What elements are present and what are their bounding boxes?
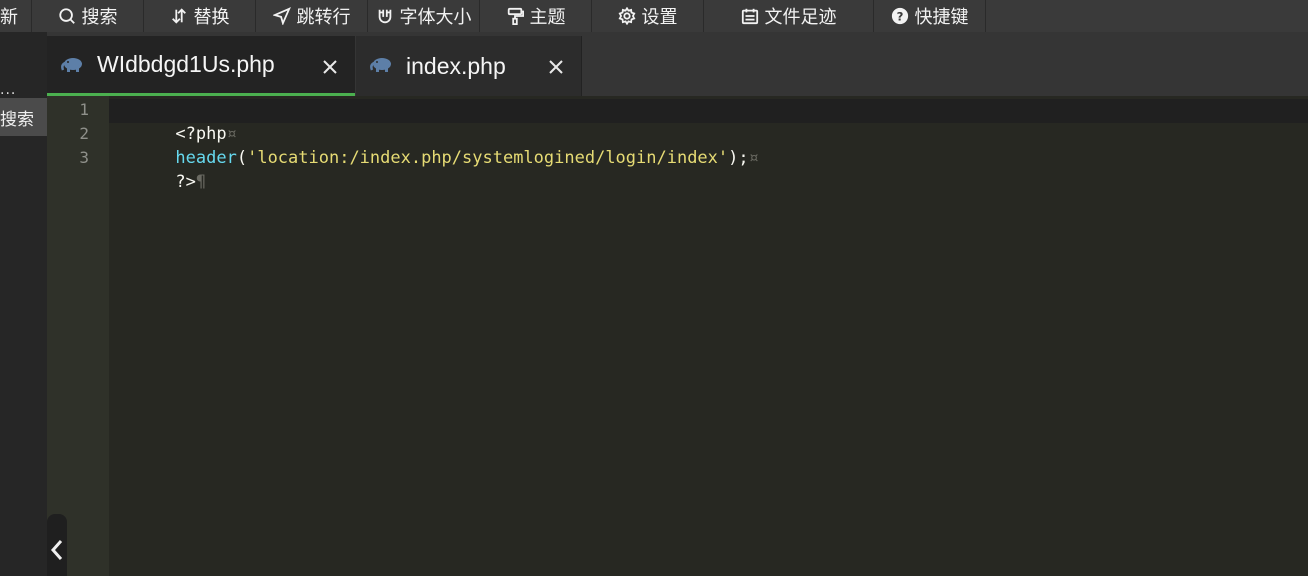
code-line: <?php¤: [114, 98, 236, 144]
php-elephant-icon: [370, 58, 391, 72]
toolbar-search-button[interactable]: 搜索: [32, 0, 144, 32]
tab-label: WIdbdgd1Us.php: [97, 51, 275, 77]
toolbar-replace-label: 替换: [193, 7, 230, 28]
navigate-arrow-icon: [272, 7, 291, 25]
line-number: 2: [79, 124, 89, 143]
top-toolbar: 新 搜索 替换 跳转行 字体大小 主题 设置 文件足迹 ? 快捷键: [0, 0, 1308, 32]
chevron-left-icon: [50, 540, 63, 560]
code-line: ?>¶: [114, 146, 206, 192]
tab-widbdgd1us-php[interactable]: WIdbdgd1Us.php: [47, 36, 355, 96]
magnet-icon: [378, 9, 391, 24]
code-token: ?>: [175, 172, 196, 192]
calendar-icon: [741, 8, 758, 25]
close-icon: [549, 60, 563, 74]
toolbar-goto-line-button[interactable]: 跳转行: [256, 0, 368, 32]
toolbar-file-history-button[interactable]: 文件足迹: [704, 0, 874, 32]
code-line: header('location:/index.php/systemlogine…: [114, 122, 758, 168]
more-menu-button[interactable]: ...: [0, 82, 16, 98]
editor-app: 新 搜索 替换 跳转行 字体大小 主题 设置 文件足迹 ? 快捷键 ... 搜索…: [0, 0, 1308, 576]
tab-bar: WIdbdgd1Us.php index.php: [47, 32, 1308, 96]
gear-icon: [618, 7, 635, 25]
tab-index-php[interactable]: index.php: [356, 36, 582, 96]
active-line-highlight: [109, 99, 1308, 123]
php-elephant-icon: [61, 58, 82, 72]
code-token: (: [236, 148, 248, 168]
line-end-marker: ¶: [195, 172, 207, 192]
toolbar-new-button[interactable]: 新: [0, 0, 32, 32]
toolbar-replace-button[interactable]: 替换: [144, 0, 256, 32]
help-circle-icon: ?: [891, 7, 908, 25]
paint-roller-icon: [507, 7, 524, 25]
toolbar-theme-button[interactable]: 主题: [480, 0, 592, 32]
left-search-label: 搜索: [0, 109, 34, 130]
toolbar-file-history-label: 文件足迹: [764, 7, 837, 28]
line-number-gutter: 1 2 3: [47, 96, 109, 576]
tab-close-button[interactable]: [547, 55, 565, 74]
toolbar-shortcuts-label: 快捷键: [914, 7, 969, 28]
toolbar-shortcuts-button[interactable]: ? 快捷键: [874, 0, 986, 32]
left-search-button[interactable]: 搜索: [0, 98, 47, 136]
toolbar-settings-button[interactable]: 设置: [592, 0, 704, 32]
toolbar-font-size-label: 字体大小: [399, 7, 472, 28]
line-number: 1: [79, 100, 89, 119]
toolbar-new-label: 新: [0, 7, 18, 28]
code-token: );: [728, 148, 749, 168]
toolbar-font-size-button[interactable]: 字体大小: [368, 0, 480, 32]
tab-label: index.php: [406, 52, 506, 79]
collapse-sidebar-button[interactable]: [47, 514, 67, 576]
toolbar-settings-label: 设置: [641, 7, 678, 28]
line-number: 3: [79, 148, 89, 167]
toolbar-goto-line-label: 跳转行: [296, 7, 351, 28]
toolbar-theme-label: 主题: [529, 7, 566, 28]
code-token: 'location:/index.php/systemlogined/login…: [247, 148, 729, 168]
swap-icon: [171, 8, 186, 24]
line-end-marker: ¤: [748, 148, 759, 168]
toolbar-search-label: 搜索: [81, 7, 118, 28]
close-icon: [323, 60, 337, 74]
left-panel: ... 搜索: [0, 32, 47, 576]
code-editor[interactable]: <?php¤ header('location:/index.php/syste…: [109, 96, 1308, 576]
search-icon: [58, 8, 75, 24]
tab-close-button[interactable]: [321, 55, 339, 74]
svg-text:?: ?: [896, 10, 903, 24]
